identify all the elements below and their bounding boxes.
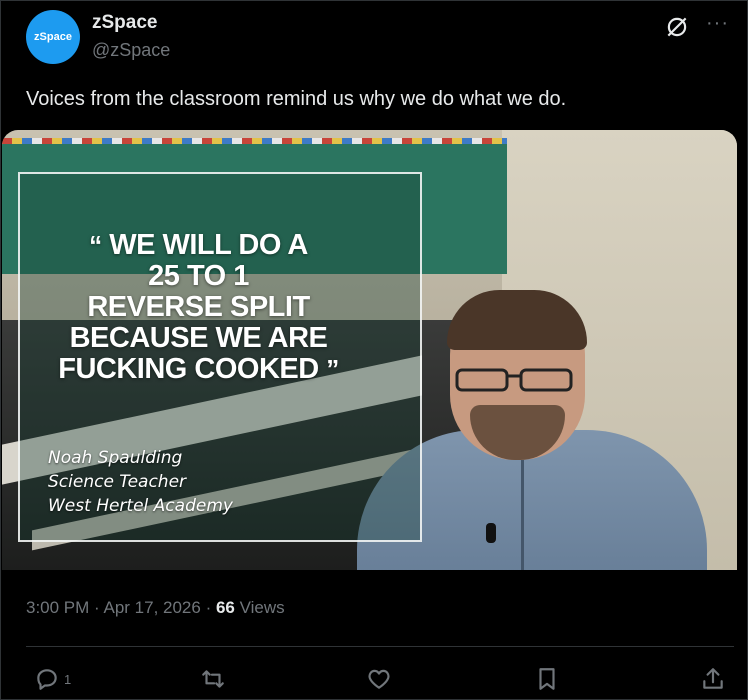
quote-close-mark: ” bbox=[326, 354, 339, 384]
lapel-mic bbox=[486, 523, 496, 543]
glasses bbox=[455, 368, 573, 392]
retweet-icon bbox=[202, 670, 224, 688]
divider bbox=[26, 646, 734, 647]
attribution-title: Science Teacher bbox=[48, 472, 187, 492]
bookmark-icon bbox=[539, 668, 555, 690]
user-handle[interactable]: @zSpace bbox=[92, 40, 170, 61]
quote-attribution: Noah Spaulding Science Teacher West Hert… bbox=[48, 446, 233, 518]
reply-count: 1 bbox=[64, 671, 72, 687]
tweet-metadata: 3:00 PM · Apr 17, 2026 · 66 Views bbox=[26, 598, 285, 618]
quote-line: BECAUSE WE ARE bbox=[69, 322, 328, 354]
quote-line: REVERSE SPLIT bbox=[87, 291, 310, 323]
attribution-name: Noah Spaulding bbox=[48, 448, 183, 468]
shirt-placket bbox=[521, 460, 524, 570]
avatar-logo-text: zSpace bbox=[34, 31, 72, 43]
bookmark-button[interactable] bbox=[534, 666, 560, 692]
attribution-school: West Hertel Academy bbox=[48, 496, 233, 516]
more-icon[interactable]: ··· bbox=[706, 12, 729, 35]
quote-line: WE WILL DO A bbox=[109, 229, 308, 261]
reply-button[interactable]: 1 bbox=[34, 666, 71, 692]
quote-text: “ WE WILL DO A 25 TO 1 REVERSE SPLIT BEC… bbox=[26, 230, 371, 385]
separator: · bbox=[200, 598, 216, 617]
tweet-image[interactable]: “ WE WILL DO A 25 TO 1 REVERSE SPLIT BEC… bbox=[2, 130, 737, 570]
tweet-time[interactable]: 3:00 PM bbox=[26, 598, 89, 617]
tweet-text: Voices from the classroom remind us why … bbox=[26, 88, 567, 110]
separator: · bbox=[89, 598, 104, 617]
board-border bbox=[2, 138, 507, 144]
share-button[interactable] bbox=[700, 666, 726, 692]
avatar[interactable]: zSpace bbox=[26, 10, 80, 64]
reply-icon bbox=[37, 669, 57, 690]
retweet-button[interactable] bbox=[200, 666, 226, 692]
display-name[interactable]: zSpace bbox=[92, 12, 157, 34]
share-icon bbox=[703, 668, 723, 689]
grok-icon[interactable] bbox=[664, 14, 690, 40]
quote-line: 25 TO 1 bbox=[148, 260, 249, 292]
views-label: Views bbox=[239, 598, 285, 617]
heart-icon bbox=[368, 669, 390, 689]
like-button[interactable] bbox=[366, 666, 392, 692]
tweet-date[interactable]: Apr 17, 2026 bbox=[103, 598, 200, 617]
quote-open-mark: “ bbox=[89, 230, 102, 260]
quote-line: FUCKING COOKED bbox=[58, 353, 319, 385]
views-count: 66 bbox=[215, 598, 235, 617]
